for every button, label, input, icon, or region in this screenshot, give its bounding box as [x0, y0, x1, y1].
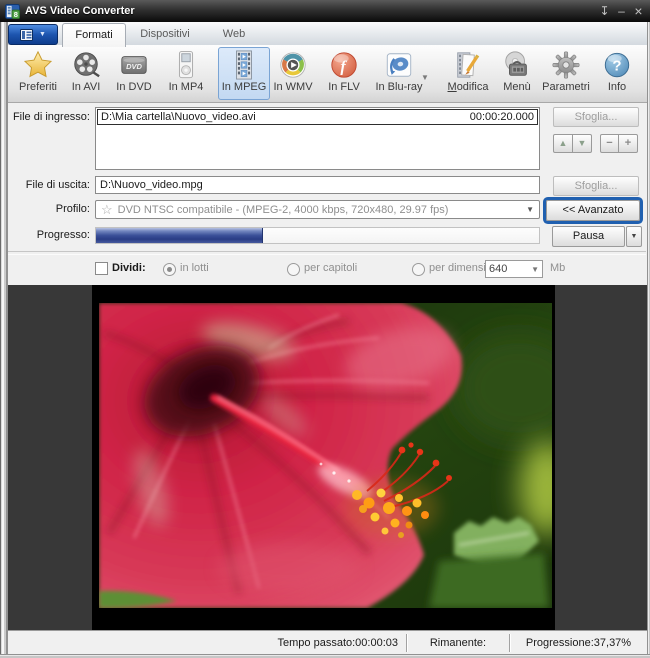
disc-menu-icon: [502, 50, 532, 80]
ipod-icon: [171, 50, 201, 80]
browse-input-button[interactable]: Sfoglia...: [553, 107, 639, 127]
tab-dispositivi[interactable]: Dispositivi: [130, 24, 200, 45]
minimize-to-tray-icon[interactable]: ↧: [598, 4, 611, 18]
toolbar-button-in-avi[interactable]: In AVI: [63, 48, 109, 93]
app-window: 8 AVS Video Converter ↧ – × ▼ Formati Di…: [0, 0, 650, 658]
toolbar-button-modifica[interactable]: Modifica: [445, 48, 491, 93]
size-combobox[interactable]: 640 ▼: [485, 260, 543, 278]
toolbar-button-info[interactable]: ? Info: [595, 48, 639, 93]
preview-right-panel: [555, 285, 647, 630]
input-file-label: File di ingresso:: [0, 111, 90, 123]
pause-dropdown-button[interactable]: ▼: [626, 226, 642, 247]
toolbar-button-in-mpeg[interactable]: In MPEG: [218, 47, 270, 100]
window-border-bottom: [0, 654, 650, 658]
toolbar-button-menu[interactable]: Menù: [495, 48, 539, 93]
input-file-duration: 00:00:20.000: [470, 110, 534, 124]
dvd-disc-icon: DVD: [119, 50, 149, 80]
output-file-field[interactable]: D:\Nuovo_video.mpg: [95, 176, 540, 194]
add-file-button[interactable]: +: [618, 134, 638, 153]
status-bar: Tempo passato:00:00:03 Rimanente: 00:00:…: [8, 630, 647, 655]
browse-output-button[interactable]: Sfoglia...: [553, 176, 639, 196]
window-border-left: [0, 22, 8, 658]
media-wheel-icon: [278, 50, 308, 80]
size-value: 640: [489, 263, 507, 275]
radio-per-capitoli-label: per capitoli: [304, 262, 357, 274]
split-label: Dividi:: [112, 262, 146, 274]
filmstrip-icon: [229, 50, 259, 80]
status-remaining: Rimanente: 00:00:05: [406, 634, 509, 652]
toolbar-button-in-mp4[interactable]: In MP4: [163, 48, 209, 93]
progress-label: Progresso:: [0, 229, 90, 241]
radio-in-lotti[interactable]: [163, 263, 176, 276]
tab-web[interactable]: Web: [210, 24, 258, 45]
advanced-button[interactable]: << Avanzato: [546, 200, 640, 221]
input-file-list[interactable]: D:\Mia cartella\Nuovo_video.avi 00:00:20…: [95, 107, 540, 170]
split-checkbox[interactable]: [95, 262, 108, 275]
preview-left-panel: [8, 285, 92, 630]
toolbar-button-parametri[interactable]: Parametri: [539, 48, 593, 93]
menu-icon: [20, 29, 35, 41]
profile-combobox[interactable]: ☆ DVD NTSC compatibile - (MPEG-2, 4000 k…: [95, 200, 540, 219]
app-icon: 8: [5, 4, 20, 19]
svg-text:?: ?: [612, 58, 621, 75]
radio-per-dimensione[interactable]: [412, 263, 425, 276]
tab-formati[interactable]: Formati: [62, 23, 126, 47]
star-icon: [23, 50, 53, 80]
close-icon[interactable]: ×: [632, 4, 645, 18]
toolbar: Preferiti In AVI DVD In DVD: [0, 45, 650, 103]
toolbar-button-in-wmv[interactable]: In WMV: [270, 48, 316, 93]
progress-fill: [96, 228, 263, 243]
toolbar-overflow-arrow-icon[interactable]: ▼: [421, 73, 429, 82]
flash-icon: f: [329, 50, 359, 80]
svg-text:DVD: DVD: [126, 62, 142, 71]
radio-per-capitoli[interactable]: [287, 263, 300, 276]
status-progress: Progressione:37,37%: [509, 634, 647, 652]
toolbar-button-in-flv[interactable]: f In FLV: [321, 48, 367, 93]
film-reel-icon: [71, 50, 101, 80]
toolbar-button-in-bluray[interactable]: In Blu-ray: [372, 48, 426, 93]
size-unit-label: Mb: [550, 262, 565, 274]
separator: [8, 251, 646, 255]
video-preview: [99, 303, 552, 608]
move-down-button[interactable]: ▼: [572, 134, 592, 153]
svg-text:8: 8: [14, 9, 18, 18]
gear-icon: [551, 50, 581, 80]
remove-file-button[interactable]: −: [600, 134, 619, 153]
chevron-down-icon: ▼: [531, 265, 539, 274]
titlebar[interactable]: 8 AVS Video Converter ↧ – ×: [0, 0, 650, 22]
output-file-label: File di uscita:: [0, 179, 90, 191]
chevron-down-icon: ▼: [39, 31, 46, 38]
window-title: AVS Video Converter: [25, 5, 135, 17]
profile-value: DVD NTSC compatibile - (MPEG-2, 4000 kbp…: [118, 204, 449, 216]
chevron-down-icon: ▼: [526, 205, 534, 214]
pause-button[interactable]: Pausa: [552, 226, 625, 247]
status-elapsed: Tempo passato:00:00:03: [8, 637, 406, 649]
toolbar-button-preferiti[interactable]: Preferiti: [15, 48, 61, 93]
main-menu-button[interactable]: ▼: [8, 24, 58, 45]
toolbar-button-in-dvd[interactable]: DVD In DVD: [111, 48, 157, 93]
progress-bar: [95, 227, 540, 244]
move-up-button[interactable]: ▲: [553, 134, 573, 153]
tab-bar: ▼ Formati Dispositivi Web: [0, 22, 650, 46]
profile-label: Profilo:: [0, 203, 90, 215]
star-outline-icon: ☆: [101, 202, 113, 218]
bluray-disc-icon: [384, 50, 414, 80]
minimize-icon[interactable]: –: [615, 4, 628, 18]
edit-pencil-icon: [453, 50, 483, 80]
question-icon: ?: [602, 50, 632, 80]
input-file-path: D:\Mia cartella\Nuovo_video.avi: [101, 110, 256, 124]
radio-in-lotti-label: in lotti: [180, 262, 209, 274]
input-file-row[interactable]: D:\Mia cartella\Nuovo_video.avi 00:00:20…: [97, 109, 538, 125]
